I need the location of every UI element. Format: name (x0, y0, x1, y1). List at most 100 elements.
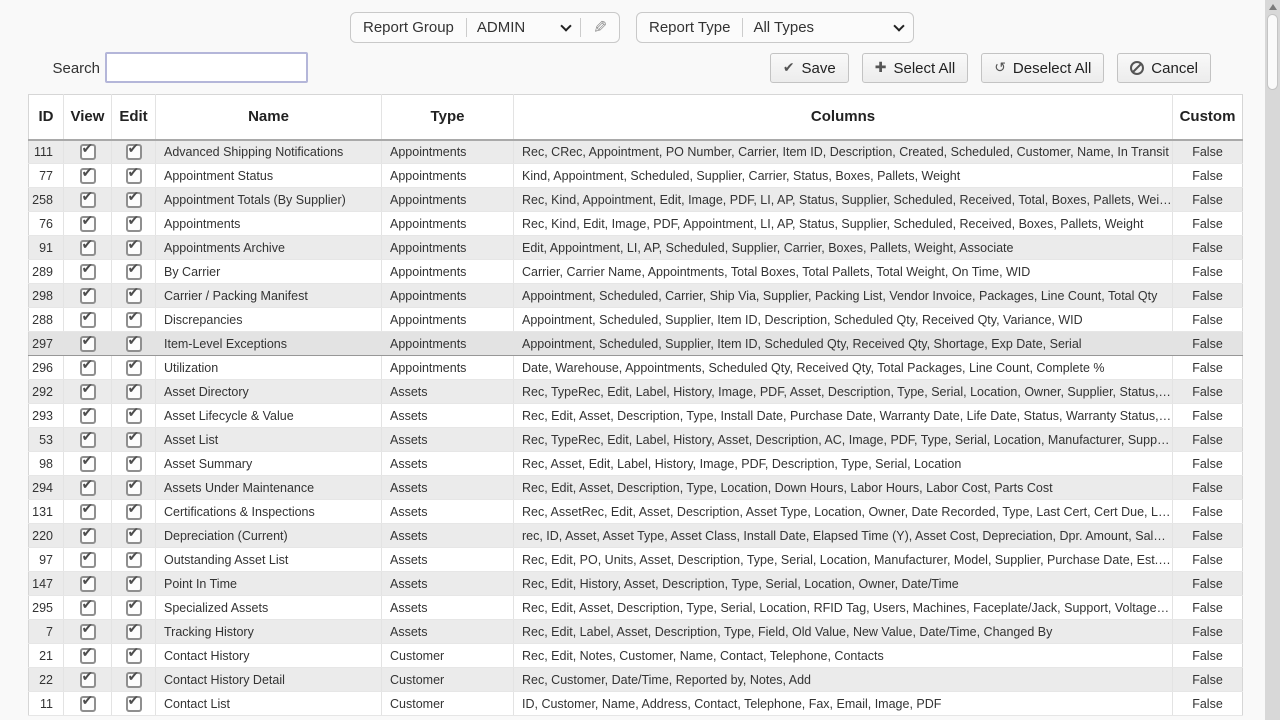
table-row[interactable]: 293✔✔Asset Lifecycle & ValueAssetsRec, E… (29, 404, 1243, 428)
row-columns-cell: Date, Warehouse, Appointments, Scheduled… (514, 356, 1173, 380)
table-row[interactable]: 111✔✔Advanced Shipping NotificationsAppo… (29, 140, 1243, 164)
view-checkbox[interactable]: ✔ (80, 384, 96, 400)
view-checkbox[interactable]: ✔ (80, 624, 96, 640)
view-checkbox[interactable]: ✔ (80, 336, 96, 352)
view-checkbox[interactable]: ✔ (80, 576, 96, 592)
row-type-cell: Appointments (382, 260, 514, 284)
view-checkbox[interactable]: ✔ (80, 240, 96, 256)
table-row[interactable]: 11✔✔Contact ListCustomerID, Customer, Na… (29, 692, 1243, 716)
edit-checkbox[interactable]: ✔ (126, 312, 142, 328)
table-row[interactable]: 296✔✔UtilizationAppointmentsDate, Wareho… (29, 356, 1243, 380)
edit-checkbox[interactable]: ✔ (126, 456, 142, 472)
report-group-box: Report Group ADMIN ✎ (350, 12, 620, 43)
edit-checkbox[interactable]: ✔ (126, 552, 142, 568)
table-row[interactable]: 289✔✔By CarrierAppointmentsCarrier, Carr… (29, 260, 1243, 284)
edit-checkbox[interactable]: ✔ (126, 648, 142, 664)
view-checkbox[interactable]: ✔ (80, 480, 96, 496)
select-all-button[interactable]: ✚ Select All (862, 53, 968, 83)
report-type-box: Report Type All Types (636, 12, 914, 43)
row-id-cell: 220 (29, 524, 64, 548)
row-name-cell: Appointment Totals (By Supplier) (156, 188, 382, 212)
row-name-cell: Advanced Shipping Notifications (156, 140, 382, 164)
table-row[interactable]: 288✔✔DiscrepanciesAppointmentsAppointmen… (29, 308, 1243, 332)
row-name-cell: Appointments (156, 212, 382, 236)
edit-checkbox[interactable]: ✔ (126, 336, 142, 352)
edit-checkbox[interactable]: ✔ (126, 384, 142, 400)
view-checkbox[interactable]: ✔ (80, 648, 96, 664)
edit-checkbox[interactable]: ✔ (126, 624, 142, 640)
table-row[interactable]: 22✔✔Contact History DetailCustomerRec, C… (29, 668, 1243, 692)
save-button[interactable]: ✔ Save (770, 53, 849, 83)
row-type-cell: Appointments (382, 140, 514, 164)
cancel-button[interactable]: Cancel (1117, 53, 1211, 83)
edit-checkbox[interactable]: ✔ (126, 144, 142, 160)
view-checkbox[interactable]: ✔ (80, 456, 96, 472)
table-row[interactable]: 131✔✔Certifications & InspectionsAssetsR… (29, 500, 1243, 524)
view-checkbox[interactable]: ✔ (80, 504, 96, 520)
edit-checkbox[interactable]: ✔ (126, 576, 142, 592)
table-row[interactable]: 297✔✔Item-Level ExceptionsAppointmentsAp… (29, 332, 1243, 356)
view-checkbox[interactable]: ✔ (80, 168, 96, 184)
report-group-select[interactable]: ADMIN (467, 13, 580, 42)
check-icon: ✔ (128, 429, 140, 445)
view-checkbox[interactable]: ✔ (80, 408, 96, 424)
view-checkbox[interactable]: ✔ (80, 696, 96, 712)
view-checkbox[interactable]: ✔ (80, 432, 96, 448)
table-row[interactable]: 292✔✔Asset DirectoryAssetsRec, TypeRec, … (29, 380, 1243, 404)
row-type-cell: Assets (382, 476, 514, 500)
table-row[interactable]: 294✔✔Assets Under MaintenanceAssetsRec, … (29, 476, 1243, 500)
row-columns-cell: Rec, Edit, Asset, Description, Type, Ins… (514, 404, 1173, 428)
pencil-icon[interactable]: ✎ (581, 18, 619, 38)
view-checkbox[interactable]: ✔ (80, 288, 96, 304)
table-row[interactable]: 91✔✔Appointments ArchiveAppointmentsEdit… (29, 236, 1243, 260)
edit-checkbox[interactable]: ✔ (126, 696, 142, 712)
edit-checkbox[interactable]: ✔ (126, 288, 142, 304)
table-row[interactable]: 258✔✔Appointment Totals (By Supplier)App… (29, 188, 1243, 212)
edit-checkbox[interactable]: ✔ (126, 432, 142, 448)
view-checkbox[interactable]: ✔ (80, 600, 96, 616)
table-row[interactable]: 77✔✔Appointment StatusAppointmentsKind, … (29, 164, 1243, 188)
scrollbar-thumb[interactable] (1267, 14, 1278, 90)
edit-checkbox[interactable]: ✔ (126, 504, 142, 520)
edit-checkbox[interactable]: ✔ (126, 408, 142, 424)
edit-checkbox[interactable]: ✔ (126, 240, 142, 256)
table-row[interactable]: 298✔✔Carrier / Packing ManifestAppointme… (29, 284, 1243, 308)
scroll-up-icon[interactable] (1269, 4, 1277, 10)
view-checkbox[interactable]: ✔ (80, 528, 96, 544)
deselect-all-button[interactable]: ↺ Deselect All (981, 53, 1104, 83)
view-checkbox[interactable]: ✔ (80, 192, 96, 208)
edit-checkbox[interactable]: ✔ (126, 672, 142, 688)
edit-checkbox[interactable]: ✔ (126, 264, 142, 280)
row-columns-cell: Rec, TypeRec, Edit, Label, History, Imag… (514, 380, 1173, 404)
view-checkbox[interactable]: ✔ (80, 264, 96, 280)
edit-checkbox[interactable]: ✔ (126, 600, 142, 616)
row-custom-cell: False (1173, 596, 1243, 620)
edit-checkbox[interactable]: ✔ (126, 216, 142, 232)
table-row[interactable]: 76✔✔AppointmentsAppointmentsRec, Kind, E… (29, 212, 1243, 236)
edit-checkbox[interactable]: ✔ (126, 528, 142, 544)
edit-checkbox[interactable]: ✔ (126, 192, 142, 208)
view-checkbox[interactable]: ✔ (80, 552, 96, 568)
row-id-cell: 147 (29, 572, 64, 596)
report-type-select[interactable]: All Types (743, 13, 913, 42)
view-checkbox[interactable]: ✔ (80, 312, 96, 328)
view-checkbox[interactable]: ✔ (80, 216, 96, 232)
table-row[interactable]: 21✔✔Contact HistoryCustomerRec, Edit, No… (29, 644, 1243, 668)
view-checkbox[interactable]: ✔ (80, 144, 96, 160)
view-checkbox[interactable]: ✔ (80, 360, 96, 376)
table-row[interactable]: 295✔✔Specialized AssetsAssetsRec, Edit, … (29, 596, 1243, 620)
edit-checkbox[interactable]: ✔ (126, 360, 142, 376)
view-checkbox[interactable]: ✔ (80, 672, 96, 688)
edit-checkbox[interactable]: ✔ (126, 480, 142, 496)
search-input[interactable] (105, 52, 308, 83)
check-icon: ✔ (128, 405, 140, 421)
table-row[interactable]: 7✔✔Tracking HistoryAssetsRec, Edit, Labe… (29, 620, 1243, 644)
table-row[interactable]: 53✔✔Asset ListAssetsRec, TypeRec, Edit, … (29, 428, 1243, 452)
table-row[interactable]: 98✔✔Asset SummaryAssetsRec, Asset, Edit,… (29, 452, 1243, 476)
table-row[interactable]: 220✔✔Depreciation (Current)Assetsrec, ID… (29, 524, 1243, 548)
row-custom-cell: False (1173, 572, 1243, 596)
edit-checkbox[interactable]: ✔ (126, 168, 142, 184)
table-row[interactable]: 147✔✔Point In TimeAssetsRec, Edit, Histo… (29, 572, 1243, 596)
table-row[interactable]: 97✔✔Outstanding Asset ListAssetsRec, Edi… (29, 548, 1243, 572)
vertical-scrollbar[interactable] (1265, 0, 1280, 720)
